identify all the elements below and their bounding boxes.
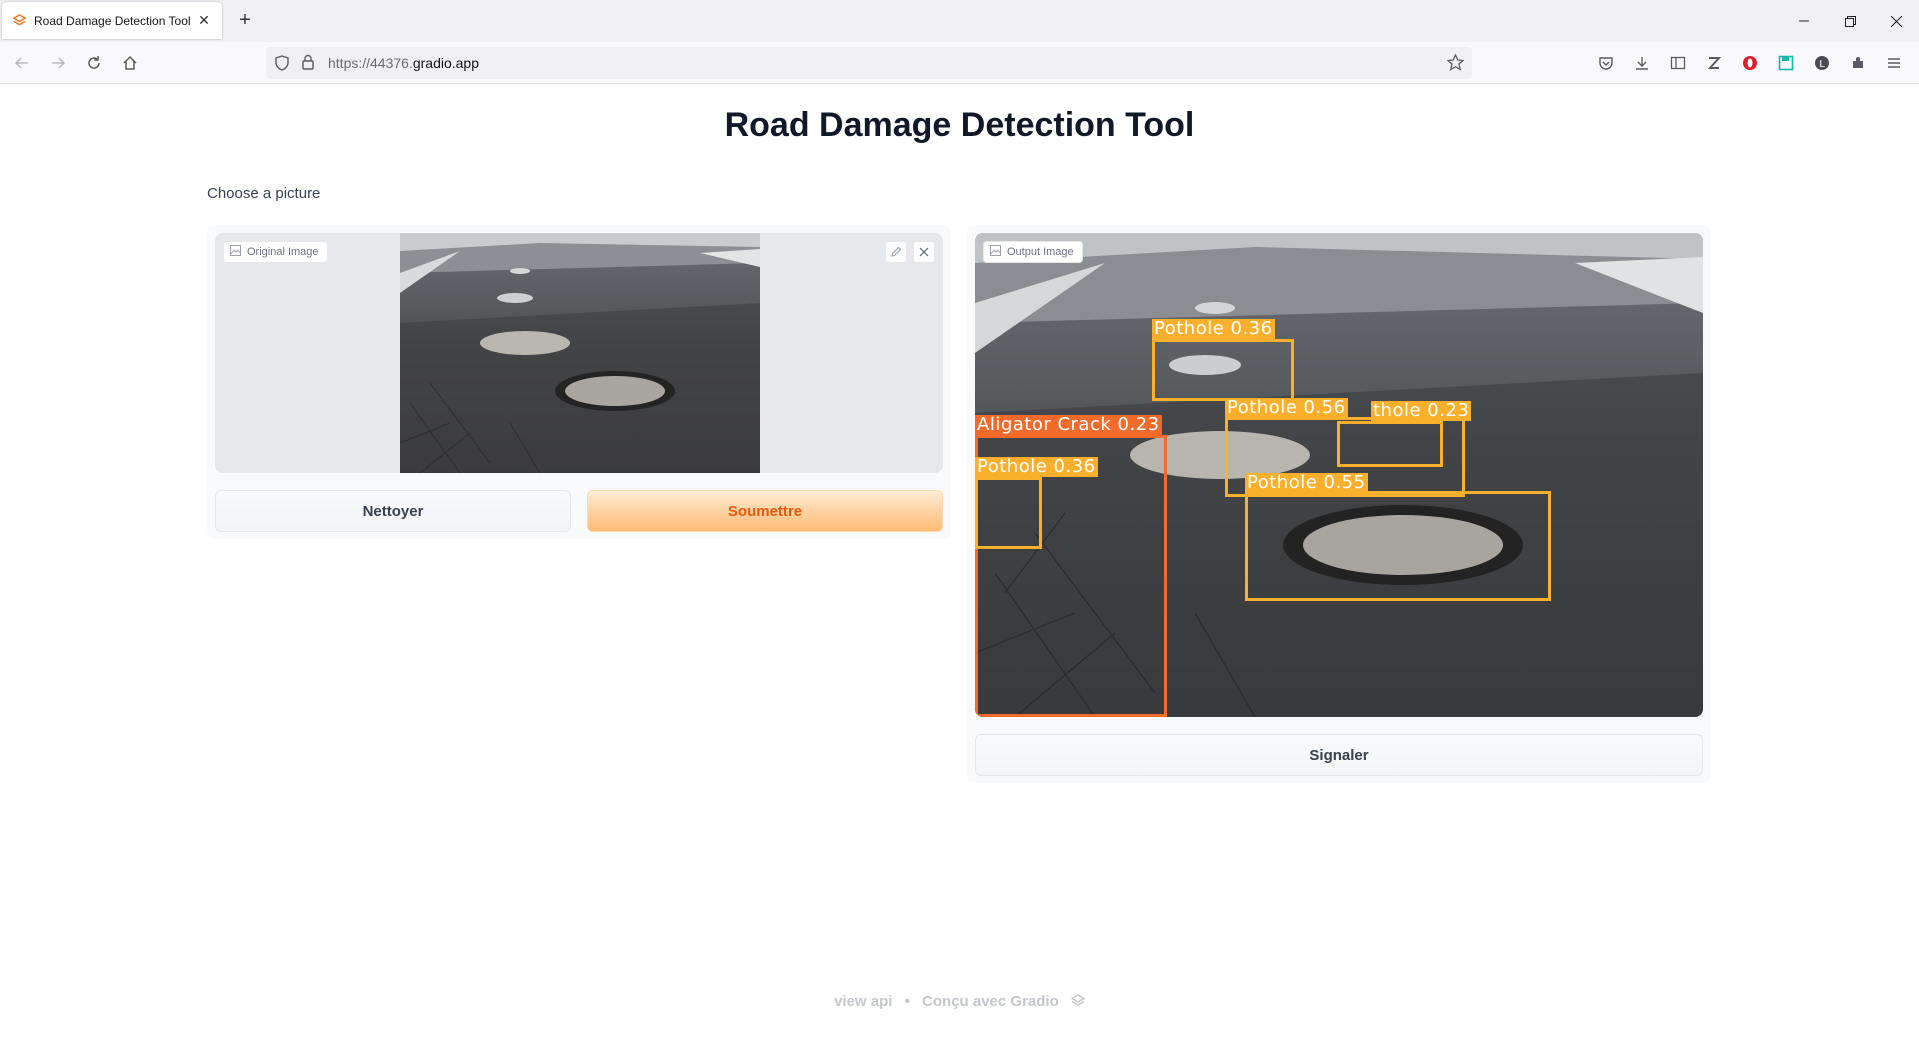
image-actions [885, 241, 935, 263]
output-image-label: Output Image [983, 241, 1083, 263]
browser-tab[interactable]: Road Damage Detection Tool ✕ [2, 2, 222, 39]
detection-box [975, 477, 1042, 549]
url-text: https://44376.gradio.app [328, 55, 480, 71]
tab-title: Road Damage Detection Tool [34, 13, 191, 28]
clear-image-icon[interactable] [913, 241, 935, 263]
original-road-photo [400, 233, 760, 473]
bookmark-star-icon[interactable] [1446, 53, 1465, 76]
detection-box [1337, 421, 1443, 467]
minimize-icon[interactable] [1781, 0, 1827, 42]
view-api-link[interactable]: view api [834, 993, 892, 1010]
detection-label: thole 0.23 [1371, 400, 1472, 421]
zotero-icon[interactable] [1701, 50, 1727, 76]
input-panel: Original Image Nettoyer Soumettre [207, 225, 951, 539]
back-icon[interactable] [8, 50, 36, 76]
extensions-icon[interactable] [1845, 50, 1871, 76]
svg-text:L: L [1819, 59, 1825, 70]
image-icon [230, 245, 241, 259]
detection-label: Pothole 0.36 [975, 456, 1098, 477]
home-icon[interactable] [116, 50, 144, 76]
new-tab-icon[interactable]: + [232, 8, 258, 34]
sidebar-icon[interactable] [1665, 50, 1691, 76]
menu-icon[interactable] [1881, 50, 1907, 76]
footer: view api • Conçu avec Gradio [0, 993, 1919, 1010]
original-image-dropzone[interactable]: Original Image [215, 233, 943, 473]
lock-icon[interactable] [301, 54, 315, 75]
account-extension-icon[interactable]: L [1809, 50, 1835, 76]
pocket-icon[interactable] [1593, 50, 1619, 76]
detection-box [1152, 339, 1294, 401]
download-icon[interactable] [1629, 50, 1655, 76]
detection-label: Pothole 0.36 [1152, 318, 1275, 339]
opera-extension-icon[interactable] [1737, 50, 1763, 76]
output-image-area: Output Image Pothole 0.36 thole 0.23 Pot… [975, 233, 1703, 717]
detection-label: Pothole 0.55 [1245, 472, 1368, 493]
url-bar[interactable]: https://44376.gradio.app [266, 47, 1472, 79]
tab-close-icon[interactable]: ✕ [196, 12, 212, 29]
shield-icon[interactable] [274, 55, 290, 76]
browser-tab-bar: Road Damage Detection Tool ✕ + [0, 0, 1919, 42]
flag-button[interactable]: Signaler [975, 734, 1703, 776]
gradio-logo-icon [1070, 993, 1086, 1010]
clear-button[interactable]: Nettoyer [215, 490, 571, 532]
instructions-text: Choose a picture [207, 185, 321, 202]
edit-icon[interactable] [885, 241, 907, 263]
save-extension-icon[interactable] [1773, 50, 1799, 76]
footer-separator: • [904, 993, 910, 1010]
page-title: Road Damage Detection Tool [724, 106, 1195, 144]
detection-label: Pothole 0.56 [1225, 397, 1348, 418]
built-with-gradio-link[interactable]: Conçu avec Gradio [922, 993, 1059, 1010]
gradio-favicon-icon [12, 14, 26, 28]
original-image-label: Original Image [223, 241, 328, 263]
reload-icon[interactable] [80, 50, 108, 76]
detection-box [1245, 491, 1551, 601]
output-panel: Output Image Pothole 0.36 thole 0.23 Pot… [967, 225, 1711, 783]
image-icon [990, 245, 1001, 259]
forward-icon[interactable] [44, 50, 72, 76]
detection-label: Aligator Crack 0.23 [975, 414, 1162, 435]
restore-icon[interactable] [1827, 0, 1873, 42]
submit-button[interactable]: Soumettre [587, 490, 943, 532]
browser-nav-bar: https://44376.gradio.app L [0, 42, 1919, 84]
window-close-icon[interactable] [1873, 0, 1919, 42]
